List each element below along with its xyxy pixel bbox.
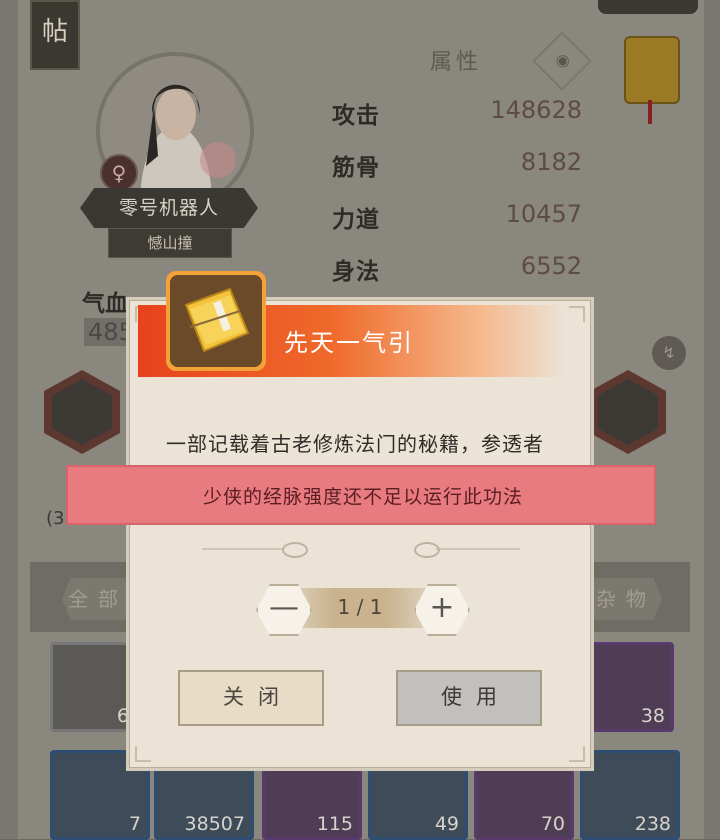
item-count: 38 bbox=[640, 705, 665, 727]
stat-label: 筋骨 bbox=[332, 155, 380, 181]
stat-value: 8182 bbox=[520, 148, 582, 176]
item-count: 7 bbox=[128, 813, 141, 835]
stat-label: 力道 bbox=[332, 207, 380, 233]
warning-toast: 少侠的经脉强度还不足以运行此功法 bbox=[66, 465, 656, 525]
paren-number: (3 bbox=[46, 508, 65, 529]
close-button[interactable]: 关闭 bbox=[178, 670, 324, 726]
corner-ornament bbox=[569, 746, 585, 762]
tie-button[interactable]: 帖 bbox=[30, 0, 80, 70]
character-title: 憾山撞 bbox=[108, 228, 232, 258]
attributes-header: 属性 bbox=[430, 50, 483, 75]
corner-ornament bbox=[569, 306, 585, 322]
corner-ornament bbox=[135, 746, 151, 762]
item-count: 115 bbox=[316, 813, 353, 835]
book-icon bbox=[170, 275, 262, 367]
stat-lidao: 力道 10457 bbox=[332, 200, 582, 240]
item-count: 70 bbox=[540, 813, 565, 835]
lantern-icon[interactable] bbox=[624, 36, 680, 104]
item-count: 49 bbox=[434, 813, 459, 835]
filter-misc-tab[interactable]: 杂物 bbox=[590, 578, 662, 620]
top-right-tab[interactable] bbox=[598, 0, 698, 14]
toast-message: 少侠的经脉强度还不足以运行此功法 bbox=[202, 486, 523, 508]
stat-value: 10457 bbox=[505, 200, 582, 228]
stat-jingu: 筋骨 8182 bbox=[332, 148, 582, 188]
stat-attack: 攻击 148628 bbox=[332, 96, 582, 136]
divider-ornament bbox=[282, 542, 308, 558]
item-count: 38507 bbox=[184, 813, 245, 835]
use-button[interactable]: 使用 bbox=[396, 670, 542, 726]
item-description: 一部记载着古老修炼法门的秘籍，参透者 bbox=[166, 432, 544, 456]
qixue-label: 气血 bbox=[82, 291, 128, 317]
share-icon[interactable]: ↯ bbox=[652, 336, 686, 370]
item-icon-frame bbox=[166, 271, 266, 371]
divider-right bbox=[436, 548, 520, 550]
character-name: 零号机器人 bbox=[80, 188, 258, 228]
inventory-slot[interactable]: 238 bbox=[580, 750, 680, 840]
divider-left bbox=[202, 548, 284, 550]
quantity-value: 1 / 1 bbox=[337, 595, 383, 619]
lantern-tassel bbox=[648, 100, 652, 124]
stat-shenfa: 身法 6552 bbox=[332, 252, 582, 292]
stat-label: 身法 bbox=[332, 259, 380, 285]
divider-ornament bbox=[414, 542, 440, 558]
stat-value: 6552 bbox=[520, 252, 582, 280]
filter-all-tab[interactable]: 全部 bbox=[62, 578, 134, 620]
item-name: 先天一气引 bbox=[284, 329, 414, 357]
item-count: 238 bbox=[634, 813, 671, 835]
stat-value: 148628 bbox=[490, 96, 582, 124]
stat-label: 攻击 bbox=[332, 103, 380, 129]
gender-female-icon: ♀ bbox=[100, 154, 138, 192]
